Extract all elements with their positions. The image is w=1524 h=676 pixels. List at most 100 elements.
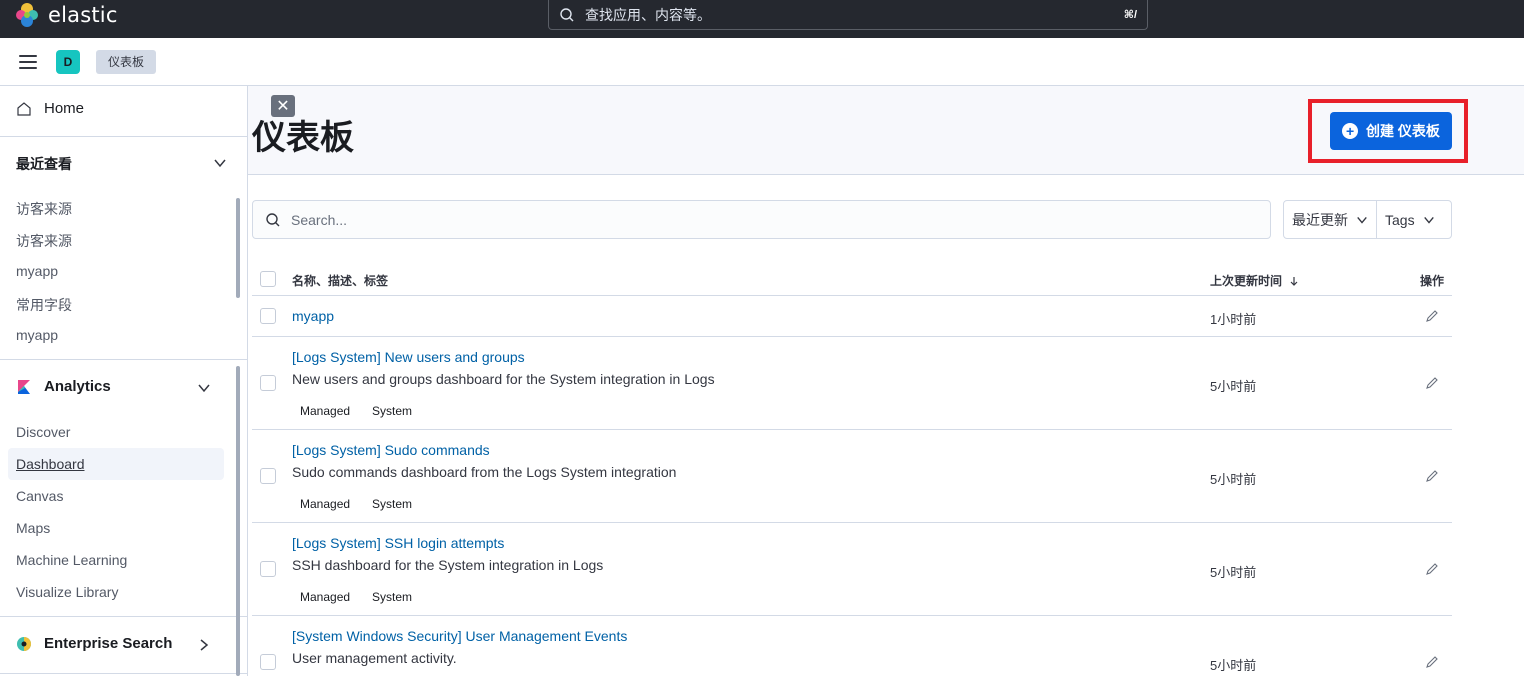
divider xyxy=(0,616,247,617)
global-search-placeholder: 查找应用、内容等。 xyxy=(585,6,711,23)
chevron-down-icon[interactable] xyxy=(213,156,227,170)
tags-filter-dropdown[interactable]: Tags xyxy=(1376,201,1443,238)
dashboard-description: User management activity. xyxy=(292,650,457,666)
tag-badge[interactable]: System xyxy=(364,495,421,513)
create-dashboard-button[interactable]: + 创建 仪表板 xyxy=(1330,112,1452,150)
pencil-edit-icon[interactable] xyxy=(1424,375,1440,391)
enterprise-search-label: Enterprise Search xyxy=(44,635,173,652)
dashboard-title-link[interactable]: [Logs System] SSH login attempts xyxy=(292,535,504,551)
tag-badge[interactable]: System xyxy=(364,402,421,420)
dashboard-title-link[interactable]: [System Windows Security] User Managemen… xyxy=(292,628,627,644)
chevron-right-icon[interactable] xyxy=(197,638,211,652)
enterprise-search-icon xyxy=(17,636,31,651)
table-row: [Logs System] New users and groups New u… xyxy=(252,337,1452,430)
row-checkbox[interactable] xyxy=(260,654,276,670)
elastic-logo-icon xyxy=(16,3,38,27)
analytics-section-title[interactable]: Analytics xyxy=(16,378,111,395)
tag-list: Managed System xyxy=(292,495,421,513)
dashboard-title-link[interactable]: myapp xyxy=(292,308,334,324)
table-row: myapp 1小时前 xyxy=(252,296,1452,337)
recent-item[interactable]: myapp xyxy=(16,327,58,343)
plus-circle-icon: + xyxy=(1342,123,1359,139)
updated-time: 5小时前 xyxy=(1210,379,1257,394)
search-icon xyxy=(266,212,280,226)
side-navigation: Home 最近查看 访客来源 访客来源 myapp 常用字段 myapp Ana… xyxy=(0,86,248,676)
column-header-actions: 操作 xyxy=(1420,274,1445,288)
tag-badge[interactable]: System xyxy=(364,588,421,606)
tag-badge[interactable]: Managed xyxy=(292,495,359,513)
divider xyxy=(0,359,247,360)
nav-dashboard[interactable]: Dashboard xyxy=(16,456,85,472)
tag-list: Managed System xyxy=(292,402,421,420)
kibana-icon xyxy=(18,379,30,394)
create-dashboard-label: 创建 仪表板 xyxy=(1366,123,1440,139)
scrollbar[interactable] xyxy=(236,366,240,676)
row-checkbox[interactable] xyxy=(260,308,276,324)
page-header: ✕ 仪表板 + 创建 仪表板 xyxy=(248,86,1524,175)
table-row: [Logs System] Sudo commands Sudo command… xyxy=(252,430,1452,523)
sort-dropdown[interactable]: 最近更新 xyxy=(1284,201,1376,238)
dashboard-description: New users and groups dashboard for the S… xyxy=(292,371,715,387)
column-header-updated[interactable]: 上次更新时间 xyxy=(1210,272,1299,289)
pencil-edit-icon[interactable] xyxy=(1424,308,1440,324)
chevron-down-icon xyxy=(1423,216,1434,224)
divider xyxy=(0,136,247,137)
nav-maps[interactable]: Maps xyxy=(16,520,50,536)
pencil-edit-icon[interactable] xyxy=(1424,654,1440,670)
sort-arrow-down-icon xyxy=(1290,277,1298,286)
pencil-edit-icon[interactable] xyxy=(1424,468,1440,484)
nav-machine-learning[interactable]: Machine Learning xyxy=(16,552,127,568)
pencil-edit-icon[interactable] xyxy=(1424,561,1440,577)
recent-item[interactable]: 常用字段 xyxy=(16,295,72,315)
updated-time: 5小时前 xyxy=(1210,658,1257,673)
analytics-label: Analytics xyxy=(44,378,111,395)
nav-visualize-library[interactable]: Visualize Library xyxy=(16,584,118,600)
select-all-checkbox[interactable] xyxy=(260,271,276,287)
logo-text: elastic xyxy=(48,3,118,27)
breadcrumb-bar: D 仪表板 xyxy=(0,38,1524,86)
recent-item[interactable]: myapp xyxy=(16,263,58,279)
chevron-down-icon xyxy=(1357,216,1367,224)
nav-canvas[interactable]: Canvas xyxy=(16,488,63,504)
recently-viewed-title[interactable]: 最近查看 xyxy=(16,154,72,174)
table-row: [Logs System] SSH login attempts SSH das… xyxy=(252,523,1452,616)
column-header-updated-label: 上次更新时间 xyxy=(1210,274,1283,288)
row-checkbox[interactable] xyxy=(260,375,276,391)
tag-badge[interactable]: Managed xyxy=(292,588,359,606)
row-checkbox[interactable] xyxy=(260,561,276,577)
nav-discover[interactable]: Discover xyxy=(16,424,70,440)
dashboard-description: Sudo commands dashboard from the Logs Sy… xyxy=(292,464,677,480)
filter-group: 最近更新 Tags xyxy=(1283,200,1452,239)
search-icon xyxy=(560,7,574,21)
dashboard-search-field[interactable] xyxy=(252,200,1271,239)
dashboard-search-input[interactable] xyxy=(291,211,1258,228)
dashboard-title-link[interactable]: [Logs System] New users and groups xyxy=(292,349,525,365)
tag-list: Managed System xyxy=(292,588,421,606)
page-title: 仪表板 xyxy=(252,119,354,157)
column-header-name[interactable]: 名称、描述、标签 xyxy=(292,272,388,289)
divider xyxy=(0,673,247,674)
global-search-input[interactable]: 查找应用、内容等。 ⌘/ xyxy=(548,0,1148,30)
table-header: 名称、描述、标签 上次更新时间 操作 xyxy=(252,261,1452,296)
recent-item[interactable]: 访客来源 xyxy=(16,199,72,219)
top-header-bar: elastic 查找应用、内容等。 ⌘/ xyxy=(0,0,1524,38)
chevron-down-icon[interactable] xyxy=(197,381,211,395)
row-checkbox[interactable] xyxy=(260,468,276,484)
elastic-logo[interactable]: elastic xyxy=(14,2,118,28)
space-avatar[interactable]: D xyxy=(56,50,80,74)
main-content: ✕ 仪表板 + 创建 仪表板 最近更新 Tags xyxy=(248,86,1524,676)
updated-time: 5小时前 xyxy=(1210,565,1257,580)
tag-badge[interactable]: Managed xyxy=(292,402,359,420)
updated-time: 5小时前 xyxy=(1210,472,1257,487)
enterprise-search-section[interactable]: Enterprise Search xyxy=(16,635,172,652)
sort-label: 最近更新 xyxy=(1292,211,1348,228)
table-row: [System Windows Security] User Managemen… xyxy=(252,616,1452,676)
updated-time: 1小时前 xyxy=(1210,312,1257,327)
hamburger-menu-icon[interactable] xyxy=(16,52,40,72)
scrollbar[interactable] xyxy=(236,198,240,298)
keyboard-shortcut-hint: ⌘/ xyxy=(1123,9,1137,21)
dashboard-title-link[interactable]: [Logs System] Sudo commands xyxy=(292,442,490,458)
nav-home[interactable]: Home xyxy=(16,100,84,117)
nav-home-label: Home xyxy=(44,100,85,117)
recent-item[interactable]: 访客来源 xyxy=(16,231,72,251)
